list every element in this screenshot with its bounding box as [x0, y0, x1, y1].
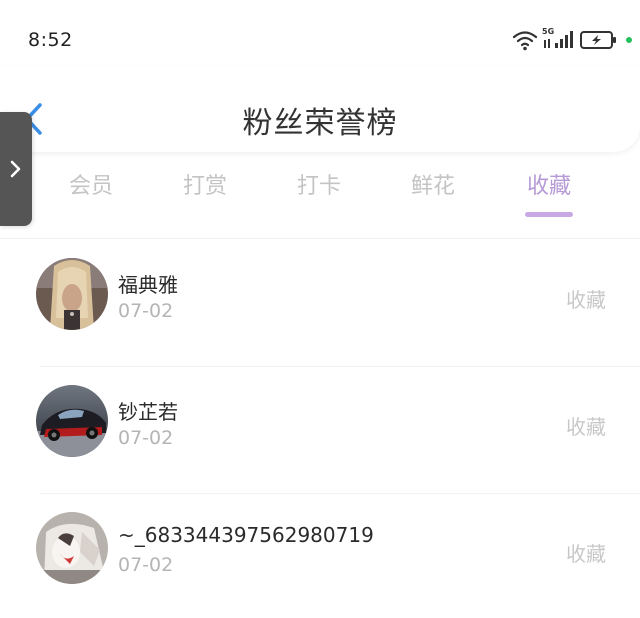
avatar[interactable] [36, 512, 108, 584]
tab-flowers[interactable]: 鲜花 [376, 168, 490, 200]
user-name: ~_683344397562980719 [118, 523, 374, 547]
tabs-divider [0, 238, 640, 239]
item-date: 07-02 [118, 300, 174, 322]
avatar[interactable] [36, 258, 108, 330]
signal-icon: 5G [542, 27, 574, 52]
tab-member[interactable]: 会员 [34, 168, 148, 200]
battery-charging-icon [580, 31, 616, 49]
tab-checkin[interactable]: 打卡 [262, 168, 376, 200]
active-tab-indicator [525, 212, 573, 217]
avatar[interactable] [36, 385, 108, 457]
user-name: 福典雅 [118, 273, 178, 297]
wifi-icon [512, 31, 538, 51]
action-label: 收藏 [566, 542, 606, 566]
list-item[interactable]: 钞芷若 07-02 收藏 [0, 367, 640, 494]
action-label: 收藏 [566, 415, 606, 439]
user-name: 钞芷若 [118, 400, 178, 424]
status-dot-icon [626, 37, 632, 43]
item-date: 07-02 [118, 427, 174, 449]
list-item[interactable]: 福典雅 07-02 收藏 [0, 240, 640, 367]
status-time: 8:52 [28, 29, 73, 51]
tab-favorites[interactable]: 收藏 [492, 168, 606, 200]
page: 8:52 5G 粉丝荣誉榜 会员 打赏 打卡 鲜花 收藏 福典雅 07-02 收… [0, 0, 640, 618]
tab-reward[interactable]: 打赏 [148, 168, 262, 200]
list-item[interactable]: ~_683344397562980719 07-02 收藏 [0, 494, 640, 618]
item-date: 07-02 [118, 554, 174, 576]
action-label: 收藏 [566, 288, 606, 312]
page-title: 粉丝荣誉榜 [242, 106, 398, 141]
header-bar: 粉丝荣誉榜 [0, 66, 640, 152]
